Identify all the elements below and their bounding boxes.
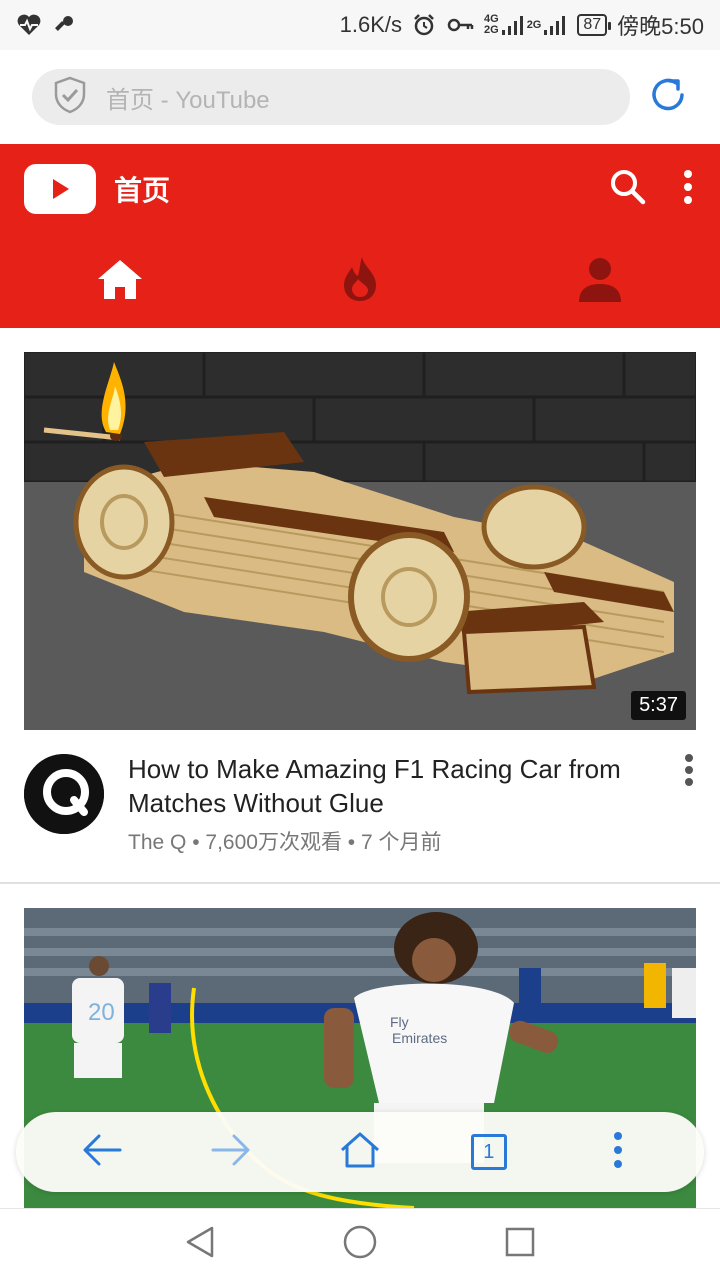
reload-icon	[646, 73, 690, 122]
flame-icon	[340, 255, 380, 308]
reload-button[interactable]	[646, 75, 690, 119]
person-icon	[577, 256, 623, 307]
more-vert-icon	[683, 169, 693, 210]
video-subtitle: The Q • 7,600万次观看 • 7 个月前	[128, 826, 442, 856]
video-info: How to Make Amazing F1 Racing Car from M…	[0, 730, 720, 882]
tabs-button[interactable]: 1	[457, 1120, 521, 1184]
more-vert-icon	[613, 1131, 623, 1174]
net-2g-label-b: 2G	[526, 18, 542, 31]
url-field[interactable]: 首页 - YouTube	[32, 69, 630, 125]
key-icon	[52, 13, 76, 37]
tab-home[interactable]	[0, 234, 240, 328]
browser-menu-button[interactable]	[586, 1120, 650, 1184]
video-title[interactable]: How to Make Amazing F1 Racing Car from M…	[128, 752, 648, 820]
battery-level: 87	[583, 16, 602, 33]
recents-square-icon	[504, 1226, 536, 1263]
channel-avatar[interactable]	[24, 754, 104, 834]
clock: 傍晚5:50	[617, 14, 704, 39]
net-2g-label: 2G	[484, 24, 499, 36]
jersey-sponsor-fly: Fly	[390, 1014, 409, 1030]
search-icon	[609, 168, 647, 211]
back-arrow-icon	[82, 1133, 122, 1172]
separator-dot: •	[192, 831, 206, 854]
android-navigation-bar	[0, 1208, 720, 1280]
view-count: 7,600万次观看	[205, 831, 342, 854]
shield-icon[interactable]	[52, 76, 88, 119]
jersey-sponsor-emirates: Emirates	[392, 1030, 447, 1046]
battery-icon: 87	[577, 14, 611, 36]
channel-name[interactable]: The Q	[128, 831, 186, 854]
browser-toolbar: 1	[16, 1112, 704, 1192]
youtube-tab-bar	[0, 234, 720, 328]
channel-logo-icon	[24, 754, 104, 834]
signal-icon: 4G 2G 2G	[484, 14, 567, 36]
home-icon	[96, 257, 144, 306]
system-home-button[interactable]	[330, 1215, 390, 1275]
player-number: 20	[88, 999, 115, 1026]
play-icon	[53, 179, 69, 199]
alarm-icon	[412, 13, 436, 37]
video-thumbnail[interactable]: 5:37	[24, 352, 696, 730]
heart-rate-icon	[16, 14, 42, 36]
browser-address-bar: 首页 - YouTube	[0, 50, 720, 144]
feed-divider	[0, 882, 720, 884]
home-circle-icon	[342, 1224, 378, 1265]
tab-account[interactable]	[480, 234, 720, 328]
youtube-header: 首页	[0, 144, 720, 328]
status-bar: 1.6K/s 4G 2G 2G 87 傍晚5:50	[0, 0, 720, 50]
url-text[interactable]: 首页 - YouTube	[106, 80, 270, 115]
more-options-button[interactable]	[666, 159, 710, 219]
system-recents-button[interactable]	[490, 1215, 550, 1275]
vpn-key-icon	[446, 15, 474, 35]
home-button[interactable]	[328, 1120, 392, 1184]
home-outline-icon	[339, 1131, 381, 1174]
search-button[interactable]	[598, 159, 658, 219]
back-triangle-icon	[184, 1225, 216, 1264]
back-button[interactable]	[70, 1120, 134, 1184]
forward-button[interactable]	[199, 1120, 263, 1184]
net-speed: 1.6K/s	[339, 12, 402, 37]
more-vert-icon	[684, 753, 694, 792]
tab-trending[interactable]	[240, 234, 480, 328]
separator-dot: •	[347, 831, 361, 854]
upload-age: 7 个月前	[360, 831, 442, 854]
matchstick-car-thumbnail-image	[24, 352, 696, 730]
tab-count: 1	[483, 1140, 495, 1163]
youtube-logo[interactable]	[24, 164, 96, 214]
page-title: 首页	[114, 175, 171, 206]
video-duration: 5:37	[631, 691, 686, 720]
forward-arrow-icon	[211, 1133, 251, 1172]
video-more-button[interactable]	[674, 752, 704, 792]
tabs-icon: 1	[470, 1134, 507, 1170]
system-back-button[interactable]	[170, 1215, 230, 1275]
